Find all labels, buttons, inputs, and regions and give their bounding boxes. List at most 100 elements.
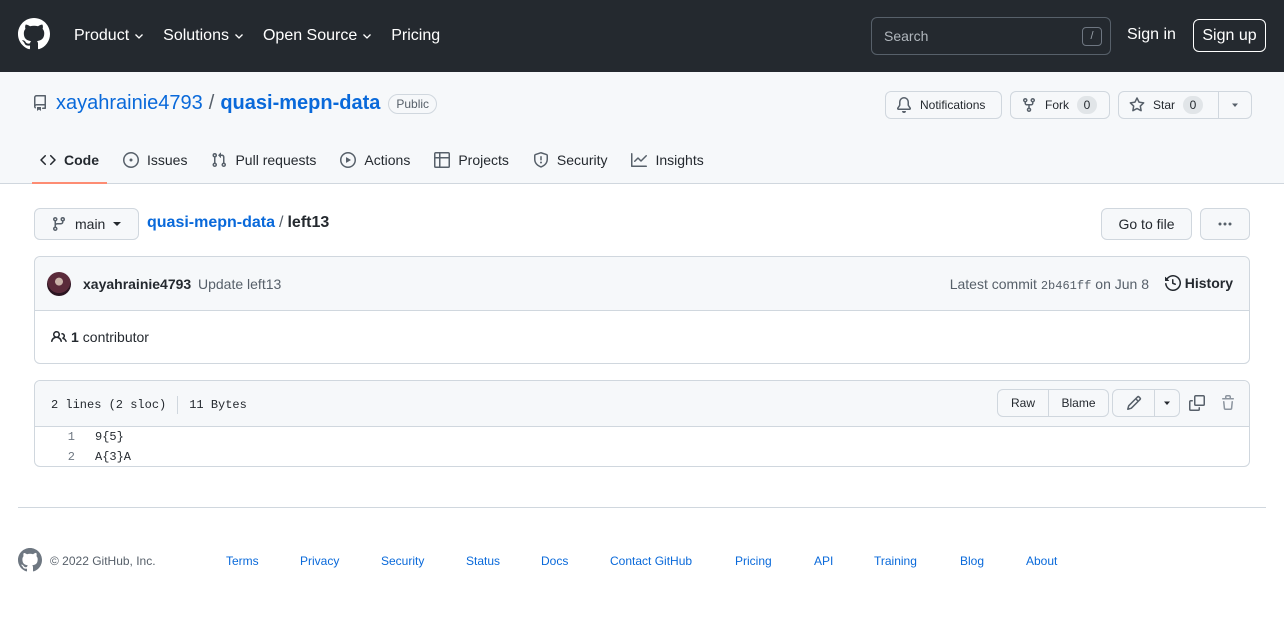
avatar[interactable] [47, 272, 71, 296]
sign-in-link[interactable]: Sign in [1127, 26, 1176, 44]
graph-icon [631, 153, 648, 167]
chevron-down-icon [363, 34, 372, 39]
file-viewer: 2 lines (2 sloc) 11 Bytes Raw Blame 1 9{… [34, 380, 1250, 467]
tab-pull-requests[interactable]: Pull requests [203, 140, 324, 180]
contributors-row[interactable]: 1 contributor [51, 329, 149, 345]
repo-name-link[interactable]: quasi-mepn-data [220, 92, 380, 115]
nav-solutions[interactable]: Solutions [163, 27, 245, 45]
tab-projects[interactable]: Projects [426, 140, 517, 180]
issue-icon [123, 152, 139, 168]
commit-sha-link[interactable]: 2b461ff [1041, 279, 1091, 293]
star-dropdown-button[interactable] [1218, 91, 1252, 119]
file-size-info: 11 Bytes [189, 398, 247, 412]
table-icon [434, 152, 451, 168]
tab-code[interactable]: Code [32, 140, 107, 184]
repo-title-separator: / [208, 92, 215, 114]
copy-icon [1189, 395, 1205, 411]
star-label: Star [1153, 98, 1176, 112]
commit-date: on Jun 8 [1095, 276, 1149, 292]
fork-button[interactable]: Fork 0 [1010, 91, 1110, 119]
contributors-count: 1 [71, 329, 79, 345]
top-nav: Product Solutions Open Source Pricing [74, 0, 458, 72]
repo-owner-link[interactable]: xayahrainie4793 [56, 92, 203, 115]
line-number[interactable]: 2 [35, 450, 85, 464]
commit-author-link[interactable]: xayahrainie4793 [83, 276, 191, 292]
latest-commit-row: xayahrainie4793 Update left13 Latest com… [35, 257, 1249, 311]
footer-link-about[interactable]: About [1026, 554, 1057, 568]
code-line: 2 A{3}A [35, 447, 1249, 467]
repo-header: xayahrainie4793 / quasi-mepn-data Public… [0, 72, 1284, 184]
nav-solutions-label: Solutions [163, 27, 229, 44]
code-line: 1 9{5} [35, 427, 1249, 447]
nav-product[interactable]: Product [74, 27, 145, 45]
trash-icon [1222, 395, 1234, 410]
tab-code-label: Code [64, 152, 99, 168]
caret-down-icon [113, 222, 122, 226]
tab-issues[interactable]: Issues [115, 140, 195, 180]
search-input[interactable] [884, 26, 1074, 46]
breadcrumb-separator: / [279, 214, 284, 231]
edit-dropdown-button[interactable] [1154, 390, 1179, 416]
github-footer-logo-icon[interactable] [18, 548, 42, 572]
shield-icon [533, 152, 548, 168]
repo-tabs: Code Issues Pull requests Actions Projec… [32, 140, 720, 184]
raw-button[interactable]: Raw [998, 390, 1048, 416]
latest-commit-box: xayahrainie4793 Update left13 Latest com… [34, 256, 1250, 364]
code-icon [40, 154, 56, 166]
github-logo-icon[interactable] [18, 18, 50, 50]
nav-open-source[interactable]: Open Source [263, 27, 373, 45]
history-icon [1164, 275, 1181, 291]
edit-group [1112, 389, 1180, 417]
play-icon [340, 152, 357, 168]
go-to-file-button[interactable]: Go to file [1101, 208, 1192, 240]
copy-button[interactable] [1188, 394, 1206, 412]
footer-link-contact[interactable]: Contact GitHub [610, 554, 692, 568]
edit-file-button[interactable] [1113, 390, 1154, 416]
commit-message[interactable]: Update left13 [198, 276, 281, 292]
kebab-horizontal-icon [1218, 222, 1232, 226]
footer-link-terms[interactable]: Terms [226, 554, 259, 568]
global-header: Product Solutions Open Source Pricing / … [0, 0, 1284, 72]
tab-insights-label: Insights [655, 152, 704, 168]
nav-pricing[interactable]: Pricing [391, 27, 440, 45]
raw-blame-group: Raw Blame [997, 389, 1109, 417]
contributors-label: contributor [82, 329, 149, 345]
tab-actions[interactable]: Actions [332, 140, 418, 180]
branch-name: main [75, 216, 106, 232]
notifications-button[interactable]: Notifications [885, 91, 1002, 119]
footer-link-status[interactable]: Status [466, 554, 500, 568]
nav-open-source-label: Open Source [262, 27, 358, 44]
breadcrumb-repo-link[interactable]: quasi-mepn-data [147, 214, 275, 232]
footer-link-privacy[interactable]: Privacy [300, 554, 339, 568]
history-link[interactable]: History [1164, 275, 1233, 291]
file-header: 2 lines (2 sloc) 11 Bytes Raw Blame [35, 381, 1249, 427]
blame-button[interactable]: Blame [1048, 390, 1108, 416]
fork-icon [1023, 98, 1035, 113]
search-shortcut-key: / [1082, 27, 1102, 46]
footer-link-pricing[interactable]: Pricing [735, 554, 772, 568]
more-options-button[interactable] [1200, 208, 1250, 240]
footer-copyright: © 2022 GitHub, Inc. [50, 554, 156, 568]
branch-select-button[interactable]: main [34, 208, 139, 240]
delete-button[interactable] [1219, 394, 1237, 412]
sign-up-button[interactable]: Sign up [1193, 19, 1266, 52]
footer-link-blog[interactable]: Blog [960, 554, 984, 568]
tab-insights[interactable]: Insights [623, 140, 711, 180]
tab-pull-requests-label: Pull requests [235, 152, 317, 168]
footer-link-security[interactable]: Security [381, 554, 424, 568]
line-number[interactable]: 1 [35, 430, 85, 444]
star-button[interactable]: Star 0 [1118, 91, 1219, 119]
tab-security[interactable]: Security [525, 140, 616, 180]
triangle-down-icon [1232, 103, 1238, 107]
branch-icon [52, 217, 65, 232]
nav-pricing-label: Pricing [391, 27, 441, 44]
footer-link-training[interactable]: Training [874, 554, 917, 568]
footer-divider [18, 507, 1266, 508]
line-content: 9{5} [95, 430, 124, 444]
repo-title: xayahrainie4793 / quasi-mepn-data Public [56, 92, 438, 115]
tab-issues-label: Issues [147, 152, 188, 168]
pencil-icon [1126, 395, 1141, 411]
tab-actions-label: Actions [364, 152, 411, 168]
footer-link-api[interactable]: API [814, 554, 833, 568]
footer-link-docs[interactable]: Docs [541, 554, 568, 568]
